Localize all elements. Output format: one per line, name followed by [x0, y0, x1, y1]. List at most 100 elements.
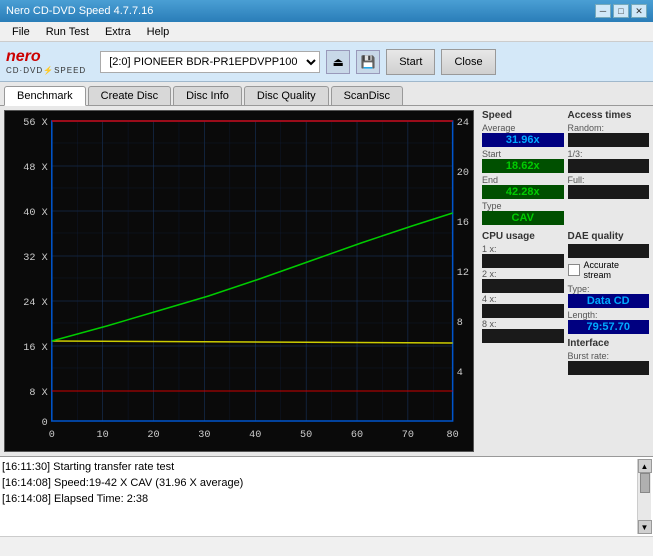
- eject-icon[interactable]: ⏏: [326, 50, 350, 74]
- scroll-down-button[interactable]: ▼: [638, 520, 652, 534]
- start-value: 18.62x: [482, 159, 564, 173]
- tab-bar: Benchmark Create Disc Disc Info Disc Qua…: [0, 82, 653, 106]
- svg-text:16 X: 16 X: [23, 343, 47, 354]
- dae-title: DAE quality: [568, 231, 650, 242]
- full-value: [568, 185, 650, 199]
- log-line-3: [16:14:08] Elapsed Time: 2:38: [2, 491, 637, 507]
- toolbar: nero CD·DVD⚡SPEED [2:0] PIONEER BDR-PR1E…: [0, 42, 653, 82]
- logo: nero CD·DVD⚡SPEED: [6, 48, 86, 75]
- menu-extra[interactable]: Extra: [97, 24, 139, 40]
- cpu-title: CPU usage: [482, 231, 564, 242]
- tab-disc-quality[interactable]: Disc Quality: [244, 86, 329, 105]
- scroll-up-button[interactable]: ▲: [638, 459, 652, 473]
- save-icon[interactable]: 💾: [356, 50, 380, 74]
- svg-text:0: 0: [42, 418, 48, 429]
- svg-text:60: 60: [351, 430, 363, 441]
- log-scrollbar[interactable]: ▲ ▼: [637, 459, 651, 534]
- start-button[interactable]: Start: [386, 49, 435, 75]
- cpu-8x-label: 8 x:: [482, 319, 564, 329]
- svg-text:80: 80: [447, 430, 459, 441]
- chart-area: 56 X 48 X 40 X 32 X 24 X 16 X 8 X 0 24 2…: [4, 110, 474, 452]
- interface-title: Interface: [568, 338, 650, 349]
- cpu-2x-label: 2 x:: [482, 269, 564, 279]
- minimize-button[interactable]: ─: [595, 4, 611, 18]
- svg-text:56 X: 56 X: [23, 118, 47, 129]
- type-label: Type: [482, 201, 564, 211]
- tab-disc-info[interactable]: Disc Info: [173, 86, 242, 105]
- length-label: Length:: [568, 310, 650, 320]
- svg-text:40 X: 40 X: [23, 208, 47, 219]
- end-value: 42.28x: [482, 185, 564, 199]
- tab-scan-disc[interactable]: ScanDisc: [331, 86, 403, 105]
- log-line-1: [16:11:30] Starting transfer rate test: [2, 459, 637, 475]
- dae-value: [568, 244, 650, 258]
- speed-section: Speed Average 31.96x Start 18.62x End 42…: [482, 110, 564, 225]
- type-value: CAV: [482, 211, 564, 225]
- close-toolbar-button[interactable]: Close: [441, 49, 495, 75]
- tab-benchmark[interactable]: Benchmark: [4, 86, 86, 106]
- scroll-thumb[interactable]: [640, 473, 650, 493]
- cpu-8x-value: [482, 329, 564, 343]
- cpu-1x-label: 1 x:: [482, 244, 564, 254]
- svg-text:40: 40: [249, 430, 261, 441]
- accurate-stream-label: Accurate stream: [584, 260, 650, 280]
- dae-interface-section: DAE quality Accurate stream Type: Data C…: [568, 231, 650, 375]
- svg-text:24: 24: [457, 118, 469, 129]
- start-label: Start: [482, 149, 564, 159]
- burst-label: Burst rate:: [568, 351, 650, 361]
- random-value: [568, 133, 650, 147]
- right-panel: Speed Average 31.96x Start 18.62x End 42…: [478, 106, 653, 456]
- svg-text:20: 20: [147, 430, 159, 441]
- cpu-4x-value: [482, 304, 564, 318]
- svg-text:24 X: 24 X: [23, 298, 47, 309]
- random-label: Random:: [568, 123, 650, 133]
- cpu-section: CPU usage 1 x: 2 x: 4 x: 8 x:: [482, 231, 564, 375]
- logo-sub: CD·DVD⚡SPEED: [6, 66, 86, 75]
- svg-text:32 X: 32 X: [23, 253, 47, 264]
- svg-text:48 X: 48 X: [23, 163, 47, 174]
- average-value: 31.96x: [482, 133, 564, 147]
- menu-bar: File Run Test Extra Help: [0, 22, 653, 42]
- log-area: [16:11:30] Starting transfer rate test […: [0, 456, 653, 536]
- title-text: Nero CD-DVD Speed 4.7.7.16: [6, 5, 153, 17]
- svg-text:0: 0: [49, 430, 55, 441]
- onethird-label: 1/3:: [568, 149, 650, 159]
- access-section: Access times Random: 1/3: Full:: [568, 110, 650, 225]
- average-label: Average: [482, 123, 564, 133]
- cpu-1x-value: [482, 254, 564, 268]
- svg-text:10: 10: [97, 430, 109, 441]
- log-content: [16:11:30] Starting transfer rate test […: [2, 459, 637, 534]
- cpu-4x-label: 4 x:: [482, 294, 564, 304]
- svg-text:50: 50: [300, 430, 312, 441]
- chart-svg: 56 X 48 X 40 X 32 X 24 X 16 X 8 X 0 24 2…: [5, 111, 473, 451]
- accurate-stream-row: Accurate stream: [568, 260, 650, 280]
- logo-nero: nero: [6, 48, 86, 66]
- speed-title: Speed: [482, 110, 564, 121]
- disc-type-value: Data CD: [568, 294, 650, 308]
- menu-run-test[interactable]: Run Test: [38, 24, 97, 40]
- cpu-2x-value: [482, 279, 564, 293]
- burst-value: [568, 361, 650, 375]
- disc-type-label: Type:: [568, 284, 650, 294]
- tab-create-disc[interactable]: Create Disc: [88, 86, 171, 105]
- end-label: End: [482, 175, 564, 185]
- maximize-button[interactable]: □: [613, 4, 629, 18]
- svg-text:70: 70: [402, 430, 414, 441]
- close-button[interactable]: ✕: [631, 4, 647, 18]
- status-bar: [0, 536, 653, 556]
- svg-text:4: 4: [457, 368, 463, 379]
- menu-help[interactable]: Help: [139, 24, 178, 40]
- svg-text:16: 16: [457, 218, 469, 229]
- main-content: 56 X 48 X 40 X 32 X 24 X 16 X 8 X 0 24 2…: [0, 106, 653, 456]
- length-value: 79:57.70: [568, 320, 650, 334]
- drive-select[interactable]: [2:0] PIONEER BDR-PR1EPDVPP100 1.01: [100, 51, 320, 73]
- full-label: Full:: [568, 175, 650, 185]
- accurate-stream-checkbox[interactable]: [568, 264, 580, 276]
- svg-text:8: 8: [457, 318, 463, 329]
- interface-section: Interface Burst rate:: [568, 338, 650, 375]
- svg-text:8 X: 8 X: [29, 388, 47, 399]
- title-bar: Nero CD-DVD Speed 4.7.7.16 ─ □ ✕: [0, 0, 653, 22]
- svg-text:30: 30: [198, 430, 210, 441]
- access-title: Access times: [568, 110, 650, 121]
- menu-file[interactable]: File: [4, 24, 38, 40]
